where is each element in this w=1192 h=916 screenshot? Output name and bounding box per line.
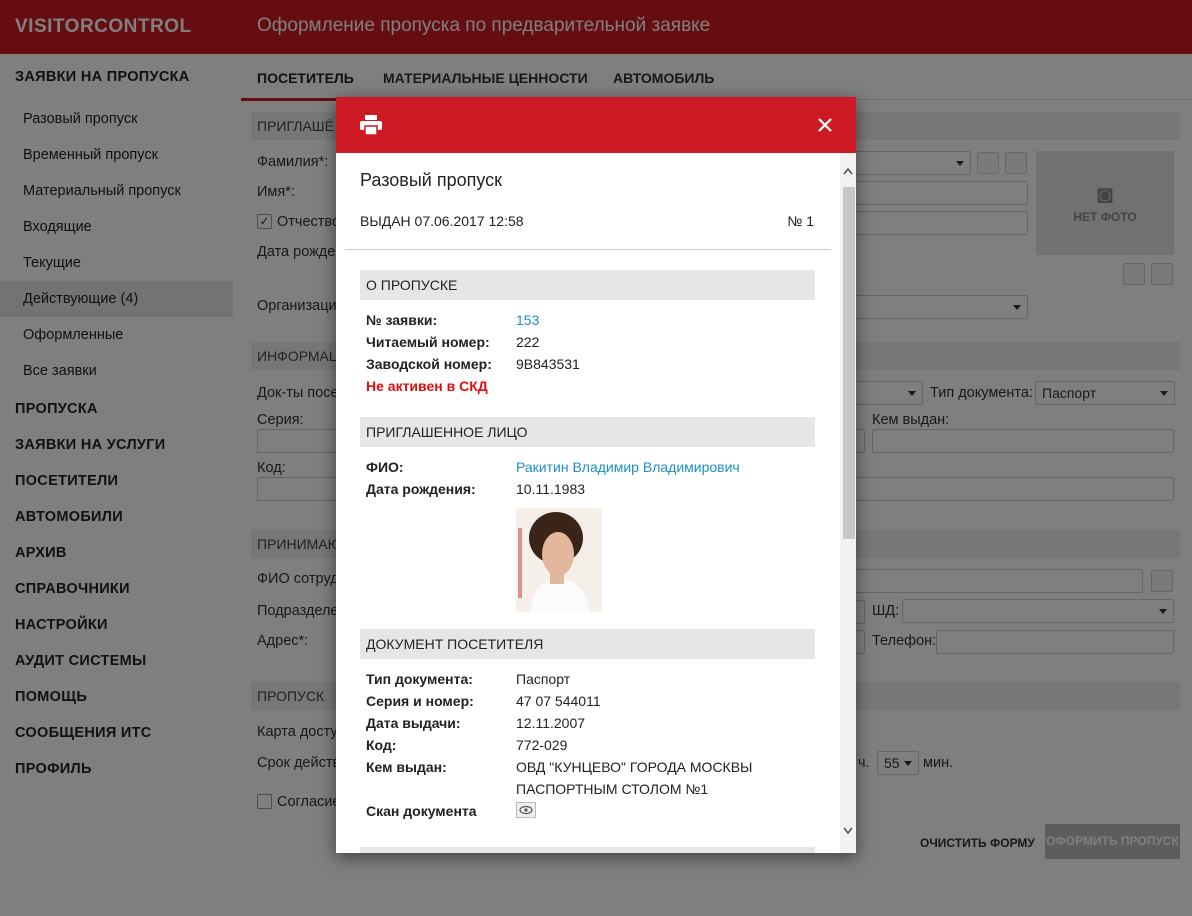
code-label: Код: — [366, 737, 397, 753]
series-number-value: 47 07 544011 — [516, 693, 601, 709]
chevron-down-icon[interactable] — [843, 827, 853, 835]
chevron-up-icon[interactable] — [843, 167, 853, 175]
dob-value: 10.11.1983 — [516, 481, 586, 497]
issue-date-value: 12.11.2007 — [516, 715, 586, 731]
issued-datetime: ВЫДАН 07.06.2017 12:58 — [360, 213, 524, 229]
code-value: 772-029 — [516, 737, 568, 753]
eye-icon[interactable] — [516, 802, 536, 818]
divider — [345, 249, 831, 250]
modal-scrollbar[interactable] — [840, 153, 856, 853]
pass-number: № 1 — [787, 213, 814, 229]
section-visitor-document: ДОКУМЕНТ ПОСЕТИТЕЛЯ — [360, 629, 815, 659]
issued-by-line-2: ПАСПОРТНЫМ СТОЛОМ №1 — [516, 781, 709, 797]
section-invited-person: ПРИГЛАШЕННОЕ ЛИЦО — [360, 417, 815, 447]
factory-number-value: 9B843531 — [516, 356, 580, 372]
doc-type-label: Тип документа: — [366, 671, 473, 687]
issued-by-label: Кем выдан: — [366, 759, 447, 775]
fio-link[interactable]: Ракитин Владимир Владимирович — [516, 459, 740, 475]
modal-title: Разовый пропуск — [360, 170, 503, 190]
doc-type-value: Паспорт — [516, 671, 571, 687]
pass-modal: Разовый пропуск ВЫДАН 07.06.2017 12:58 №… — [336, 97, 856, 853]
series-number-label: Серия и номер: — [366, 693, 474, 709]
issue-date-label: Дата выдачи: — [366, 715, 461, 731]
visitor-photo — [516, 508, 602, 612]
issued-by-line-1: ОВД "КУНЦЕВО" ГОРОДА МОСКВЫ — [516, 759, 753, 775]
readable-number-value: 222 — [516, 334, 540, 350]
close-icon[interactable] — [818, 118, 832, 132]
readable-number-label: Читаемый номер: — [366, 334, 490, 350]
dob-label: Дата рождения: — [366, 481, 476, 497]
modal-body: Разовый пропуск ВЫДАН 07.06.2017 12:58 №… — [336, 153, 856, 853]
inactive-warning: Не активен в СКД — [366, 378, 488, 394]
request-number-label: № заявки: — [366, 312, 438, 328]
factory-number-label: Заводской номер: — [366, 356, 492, 372]
print-icon[interactable] — [360, 115, 382, 135]
next-section — [360, 847, 815, 853]
scan-label: Скан документа — [366, 803, 477, 819]
fio-label: ФИО: — [366, 459, 404, 475]
section-about-pass: О ПРОПУСКЕ — [360, 270, 815, 300]
modal-header — [336, 97, 856, 153]
request-number-link[interactable]: 153 — [516, 312, 539, 328]
scrollbar-thumb[interactable] — [843, 187, 855, 539]
